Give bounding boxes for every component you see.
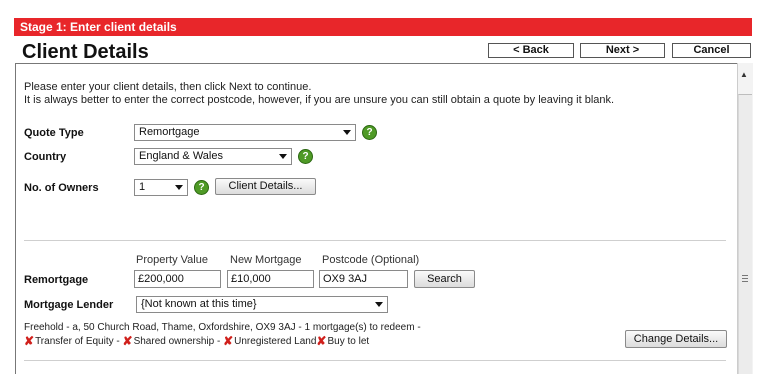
next-button[interactable]: Next > xyxy=(580,43,665,58)
new-mortgage-input[interactable] xyxy=(227,270,314,288)
postcode-hint: It is always better to enter the correct… xyxy=(24,94,615,106)
help-glyph: ? xyxy=(198,182,205,193)
change-details-button[interactable]: Change Details... xyxy=(625,330,727,348)
client-details-page: Stage 1: Enter client details Client Det… xyxy=(0,0,766,374)
client-details-button[interactable]: Client Details... xyxy=(215,178,316,195)
owners-label: No. of Owners xyxy=(24,182,99,194)
cross-icon: ✘ xyxy=(316,334,327,348)
chevron-down-icon xyxy=(279,154,287,159)
property-value-input[interactable] xyxy=(134,270,221,288)
help-glyph: ? xyxy=(366,127,373,138)
intro-text: Please enter your client details, then c… xyxy=(24,81,312,93)
scroll-grip-icon xyxy=(742,275,748,282)
flag-unregistered-land: Unregistered Land xyxy=(234,335,317,347)
owners-value: 1 xyxy=(139,181,146,193)
help-icon[interactable]: ? xyxy=(194,180,209,195)
stage-banner: Stage 1: Enter client details xyxy=(14,18,752,36)
postcode-header: Postcode (Optional) xyxy=(322,254,420,266)
quote-type-label: Quote Type xyxy=(24,127,84,139)
country-select[interactable]: England & Wales xyxy=(134,148,292,165)
country-value: England & Wales xyxy=(139,150,223,162)
owners-select[interactable]: 1 xyxy=(134,179,188,196)
help-glyph: ? xyxy=(302,151,309,162)
mortgage-lender-select[interactable]: {Not known at this time} xyxy=(136,296,388,313)
country-label: Country xyxy=(24,151,67,163)
mortgage-lender-label: Mortgage Lender xyxy=(24,299,114,311)
help-icon[interactable]: ? xyxy=(362,125,377,140)
property-flags: ✘ Transfer of Equity - ✘ Shared ownershi… xyxy=(24,334,369,348)
cross-icon: ✘ xyxy=(122,334,133,348)
cross-icon: ✘ xyxy=(24,334,35,348)
property-summary: Freehold - a, 50 Church Road, Thame, Oxf… xyxy=(24,322,421,333)
help-icon[interactable]: ? xyxy=(298,149,313,164)
scrollbar-thumb[interactable] xyxy=(738,94,752,374)
page-title: Client Details xyxy=(22,41,149,63)
new-mortgage-header: New Mortgage xyxy=(230,254,302,266)
chevron-down-icon xyxy=(375,302,383,307)
search-button[interactable]: Search xyxy=(414,270,475,288)
postcode-input[interactable] xyxy=(319,270,408,288)
chevron-down-icon xyxy=(343,130,351,135)
section-divider xyxy=(24,360,726,361)
quote-type-select[interactable]: Remortgage xyxy=(134,124,356,141)
flag-shared-ownership: Shared ownership - xyxy=(133,335,221,347)
back-button[interactable]: < Back xyxy=(488,43,574,58)
quote-type-value: Remortgage xyxy=(139,126,200,138)
section-divider xyxy=(24,240,726,241)
chevron-down-icon xyxy=(175,185,183,190)
mortgage-lender-value: {Not known at this time} xyxy=(141,298,257,310)
cancel-button[interactable]: Cancel xyxy=(672,43,751,58)
property-value-header: Property Value xyxy=(136,254,208,266)
cross-icon: ✘ xyxy=(223,334,234,348)
remortgage-label: Remortgage xyxy=(24,274,89,286)
scroll-up-icon[interactable]: ▲ xyxy=(740,70,748,79)
flag-buy-to-let: Buy to let xyxy=(327,335,370,347)
flag-transfer-of-equity: Transfer of Equity - xyxy=(35,335,120,347)
